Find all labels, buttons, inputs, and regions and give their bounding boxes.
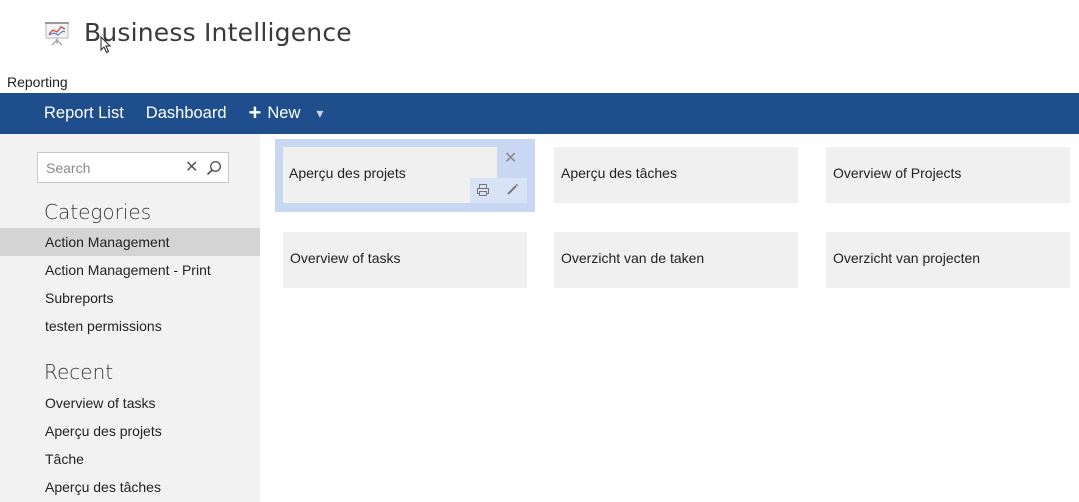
search-input[interactable]: [38, 153, 168, 182]
sidebar-item-action-management-print[interactable]: Action Management - Print: [0, 256, 260, 284]
recent-item-tache[interactable]: Tâche: [0, 445, 260, 473]
report-tile-label: Aperçu des tâches: [561, 165, 677, 181]
edit-icon[interactable]: [506, 183, 519, 196]
report-tile-apercu-des-projets[interactable]: Aperçu des projets: [283, 147, 497, 203]
report-tile-label: Overview of tasks: [290, 250, 401, 266]
sidebar-item-subreports[interactable]: Subreports: [0, 284, 260, 312]
report-tile-apercu-des-taches[interactable]: Aperçu des tâches: [554, 147, 798, 203]
close-icon[interactable]: ✕: [504, 151, 517, 167]
clear-search-icon[interactable]: ✕: [185, 160, 198, 176]
nav-report-list[interactable]: Report List: [44, 104, 124, 123]
section-label: Reporting: [7, 74, 68, 90]
sidebar-item-testen-permissions[interactable]: testen permissions: [0, 312, 260, 340]
mouse-cursor-icon: [100, 36, 112, 54]
report-tile-overview-of-projects[interactable]: Overview of Projects: [826, 147, 1070, 203]
sidebar-item-action-management[interactable]: Action Management: [0, 228, 260, 256]
presentation-chart-logo-icon: [45, 21, 69, 45]
report-tile-label: Overzicht van projecten: [833, 250, 981, 266]
app-title: Business Intelligence: [84, 18, 352, 47]
print-icon[interactable]: [476, 183, 490, 197]
plus-icon: +: [248, 99, 262, 125]
report-tile-label: Overview of Projects: [833, 165, 962, 181]
chevron-down-icon[interactable]: ▾: [316, 105, 323, 122]
nav-dashboard[interactable]: Dashboard: [146, 104, 227, 123]
sidebar: ✕ Categories Action Management Action Ma…: [0, 134, 260, 502]
recent-heading: Recent: [44, 360, 114, 384]
recent-item-apercu-des-taches[interactable]: Aperçu des tâches: [0, 473, 260, 501]
search-box: ✕: [37, 152, 229, 183]
report-tile-overview-of-tasks[interactable]: Overview of tasks: [283, 232, 527, 288]
categories-heading: Categories: [44, 200, 152, 224]
report-tile-label: Aperçu des projets: [289, 165, 406, 181]
app-header: Business Intelligence: [44, 18, 352, 47]
recent-item-overview-of-tasks[interactable]: Overview of tasks: [0, 389, 260, 417]
report-tile-overzicht-van-de-taken[interactable]: Overzicht van de taken: [554, 232, 798, 288]
app-root: Business Intelligence Reporting Report L…: [0, 0, 1079, 502]
new-label: New: [267, 104, 301, 122]
recent-item-apercu-des-projets[interactable]: Aperçu des projets: [0, 417, 260, 445]
report-tile-label: Overzicht van de taken: [561, 250, 705, 266]
top-navbar: Report List Dashboard + New ▾: [0, 93, 1079, 134]
new-button[interactable]: + New ▾: [248, 99, 324, 125]
report-tile-overzicht-van-projecten[interactable]: Overzicht van projecten: [826, 232, 1070, 288]
search-icon[interactable]: [206, 160, 222, 176]
